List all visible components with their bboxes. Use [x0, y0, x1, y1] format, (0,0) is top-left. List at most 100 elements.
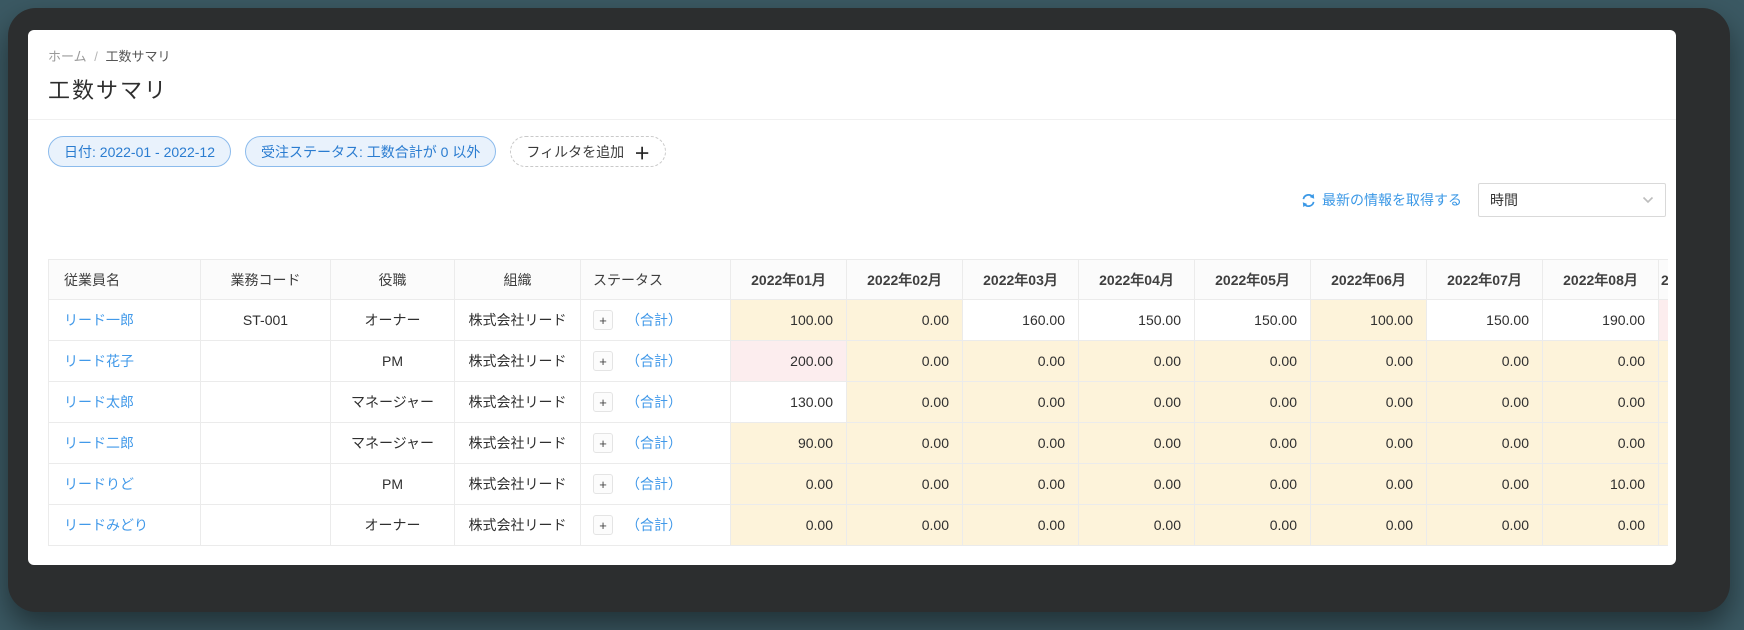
month-value-cell	[1658, 381, 1668, 423]
unit-select[interactable]: 時間	[1478, 183, 1666, 217]
table-row: リードみどり オーナー 株式会社リード + （合計） 0.00 0.00 0.00…	[48, 504, 1668, 546]
code-cell	[200, 463, 331, 505]
org-cell: 株式会社リード	[454, 340, 581, 382]
col-header-month: 2022年01月	[730, 259, 847, 300]
month-value-cell: 0.00	[1426, 504, 1543, 546]
col-header-code: 業務コード	[200, 259, 331, 300]
employee-link[interactable]: リード太郎	[64, 394, 134, 410]
filter-bar: 日付: 2022-01 - 2022-12 受注ステータス: 工数合計が 0 以…	[48, 136, 1656, 167]
expand-plus-button[interactable]: +	[593, 515, 613, 535]
month-value-cell: 200.00	[730, 340, 847, 382]
employee-cell: リード太郎	[48, 381, 201, 423]
employee-link[interactable]: リード二郎	[64, 435, 134, 451]
employee-cell: リードりど	[48, 463, 201, 505]
month-value-cell	[1658, 504, 1668, 546]
summary-table-container: 従業員名 業務コード 役職 組織 ステータス 2022年01月 2022年02月…	[48, 259, 1668, 546]
status-cell: + （合計）	[580, 381, 731, 423]
month-value-cell: 0.00	[1542, 504, 1659, 546]
month-value-cell: 0.00	[846, 340, 963, 382]
month-value-cell: 0.00	[1078, 381, 1195, 423]
total-link[interactable]: （合計）	[626, 476, 682, 492]
employee-link[interactable]: リードみどり	[64, 517, 148, 533]
expand-plus-button[interactable]: +	[593, 310, 613, 330]
month-value-cell: 0.00	[1426, 422, 1543, 464]
total-link[interactable]: （合計）	[626, 312, 682, 328]
expand-plus-button[interactable]: +	[593, 392, 613, 412]
unit-select-value: 時間	[1490, 192, 1518, 208]
org-cell: 株式会社リード	[454, 463, 581, 505]
month-value-cell: 0.00	[962, 504, 1079, 546]
month-value-cell: 0.00	[846, 422, 963, 464]
month-value-cell: 150.00	[1078, 299, 1195, 341]
code-cell	[200, 422, 331, 464]
table-header-row: 従業員名 業務コード 役職 組織 ステータス 2022年01月 2022年02月…	[48, 259, 1668, 300]
code-cell	[200, 381, 331, 423]
breadcrumb-current: 工数サマリ	[105, 49, 171, 64]
toolbar: 最新の情報を取得する 時間	[28, 183, 1666, 217]
employee-link[interactable]: リードりど	[64, 476, 134, 492]
month-value-cell: 150.00	[1194, 299, 1311, 341]
month-value-cell: 0.00	[1078, 340, 1195, 382]
month-value-cell	[1658, 340, 1668, 382]
app-page: ホーム / 工数サマリ 工数サマリ 日付: 2022-01 - 2022-12 …	[28, 30, 1676, 565]
col-header-month: 2022年05月	[1194, 259, 1311, 300]
month-value-cell: 0.00	[962, 463, 1079, 505]
month-value-cell: 0.00	[962, 340, 1079, 382]
plus-icon: ＋	[634, 145, 651, 163]
expand-plus-button[interactable]: +	[593, 433, 613, 453]
employee-cell: リード二郎	[48, 422, 201, 464]
month-value-cell: 0.00	[1310, 340, 1427, 382]
col-header-month: 2022年02月	[846, 259, 963, 300]
employee-link[interactable]: リード一郎	[64, 312, 134, 328]
month-value-cell: 0.00	[846, 504, 963, 546]
total-link[interactable]: （合計）	[626, 394, 682, 410]
total-link[interactable]: （合計）	[626, 435, 682, 451]
col-header-role: 役職	[330, 259, 455, 300]
breadcrumb-home-link[interactable]: ホーム	[48, 49, 87, 64]
summary-table: 従業員名 業務コード 役職 組織 ステータス 2022年01月 2022年02月…	[48, 259, 1668, 546]
status-cell: + （合計）	[580, 504, 731, 546]
month-value-cell: 0.00	[1542, 381, 1659, 423]
page-header: ホーム / 工数サマリ 工数サマリ	[28, 30, 1676, 120]
breadcrumb-separator: /	[94, 49, 98, 64]
sync-icon	[1302, 193, 1315, 207]
month-value-cell: 160.00	[962, 299, 1079, 341]
month-value-cell: 10.00	[1542, 463, 1659, 505]
filter-chip-order-status[interactable]: 受注ステータス: 工数合計が 0 以外	[244, 136, 497, 167]
month-value-cell: 100.00	[1310, 299, 1427, 341]
refresh-link[interactable]: 最新の情報を取得する	[1301, 190, 1462, 210]
refresh-label: 最新の情報を取得する	[1322, 192, 1462, 208]
org-cell: 株式会社リード	[454, 504, 581, 546]
col-header-status: ステータス	[580, 259, 731, 300]
col-header-month: 2022年09月	[1658, 259, 1668, 300]
month-value-cell: 0.00	[846, 381, 963, 423]
code-cell	[200, 340, 331, 382]
expand-plus-button[interactable]: +	[593, 351, 613, 371]
month-value-cell: 0.00	[1078, 463, 1195, 505]
add-filter-label: フィルタを追加	[526, 143, 625, 160]
table-row: リード二郎 マネージャー 株式会社リード + （合計） 90.00 0.00 0.…	[48, 422, 1668, 464]
month-value-cell: 0.00	[730, 463, 847, 505]
expand-plus-button[interactable]: +	[593, 474, 613, 494]
org-cell: 株式会社リード	[454, 299, 581, 341]
month-value-cell: 0.00	[1426, 463, 1543, 505]
employee-link[interactable]: リード花子	[64, 353, 134, 369]
employee-cell: リード花子	[48, 340, 201, 382]
month-value-cell: 0.00	[1426, 381, 1543, 423]
total-link[interactable]: （合計）	[626, 353, 682, 369]
filter-chip-date[interactable]: 日付: 2022-01 - 2022-12	[48, 136, 231, 167]
month-value-cell: 0.00	[1426, 340, 1543, 382]
month-value-cell: 90.00	[730, 422, 847, 464]
total-link[interactable]: （合計）	[626, 517, 682, 533]
role-cell: オーナー	[330, 299, 455, 341]
code-cell: ST-001	[200, 299, 331, 341]
month-value-cell: 0.00	[1310, 463, 1427, 505]
table-row: リード太郎 マネージャー 株式会社リード + （合計） 130.00 0.00 0…	[48, 381, 1668, 423]
month-value-cell: 0.00	[962, 381, 1079, 423]
add-filter-button[interactable]: フィルタを追加 ＋	[510, 136, 667, 167]
role-cell: PM	[330, 340, 455, 382]
table-row: リード花子 PM 株式会社リード + （合計） 200.00 0.00 0.00 …	[48, 340, 1668, 382]
col-header-month: 2022年07月	[1426, 259, 1543, 300]
month-value-cell: 130.00	[730, 381, 847, 423]
employee-cell: リード一郎	[48, 299, 201, 341]
